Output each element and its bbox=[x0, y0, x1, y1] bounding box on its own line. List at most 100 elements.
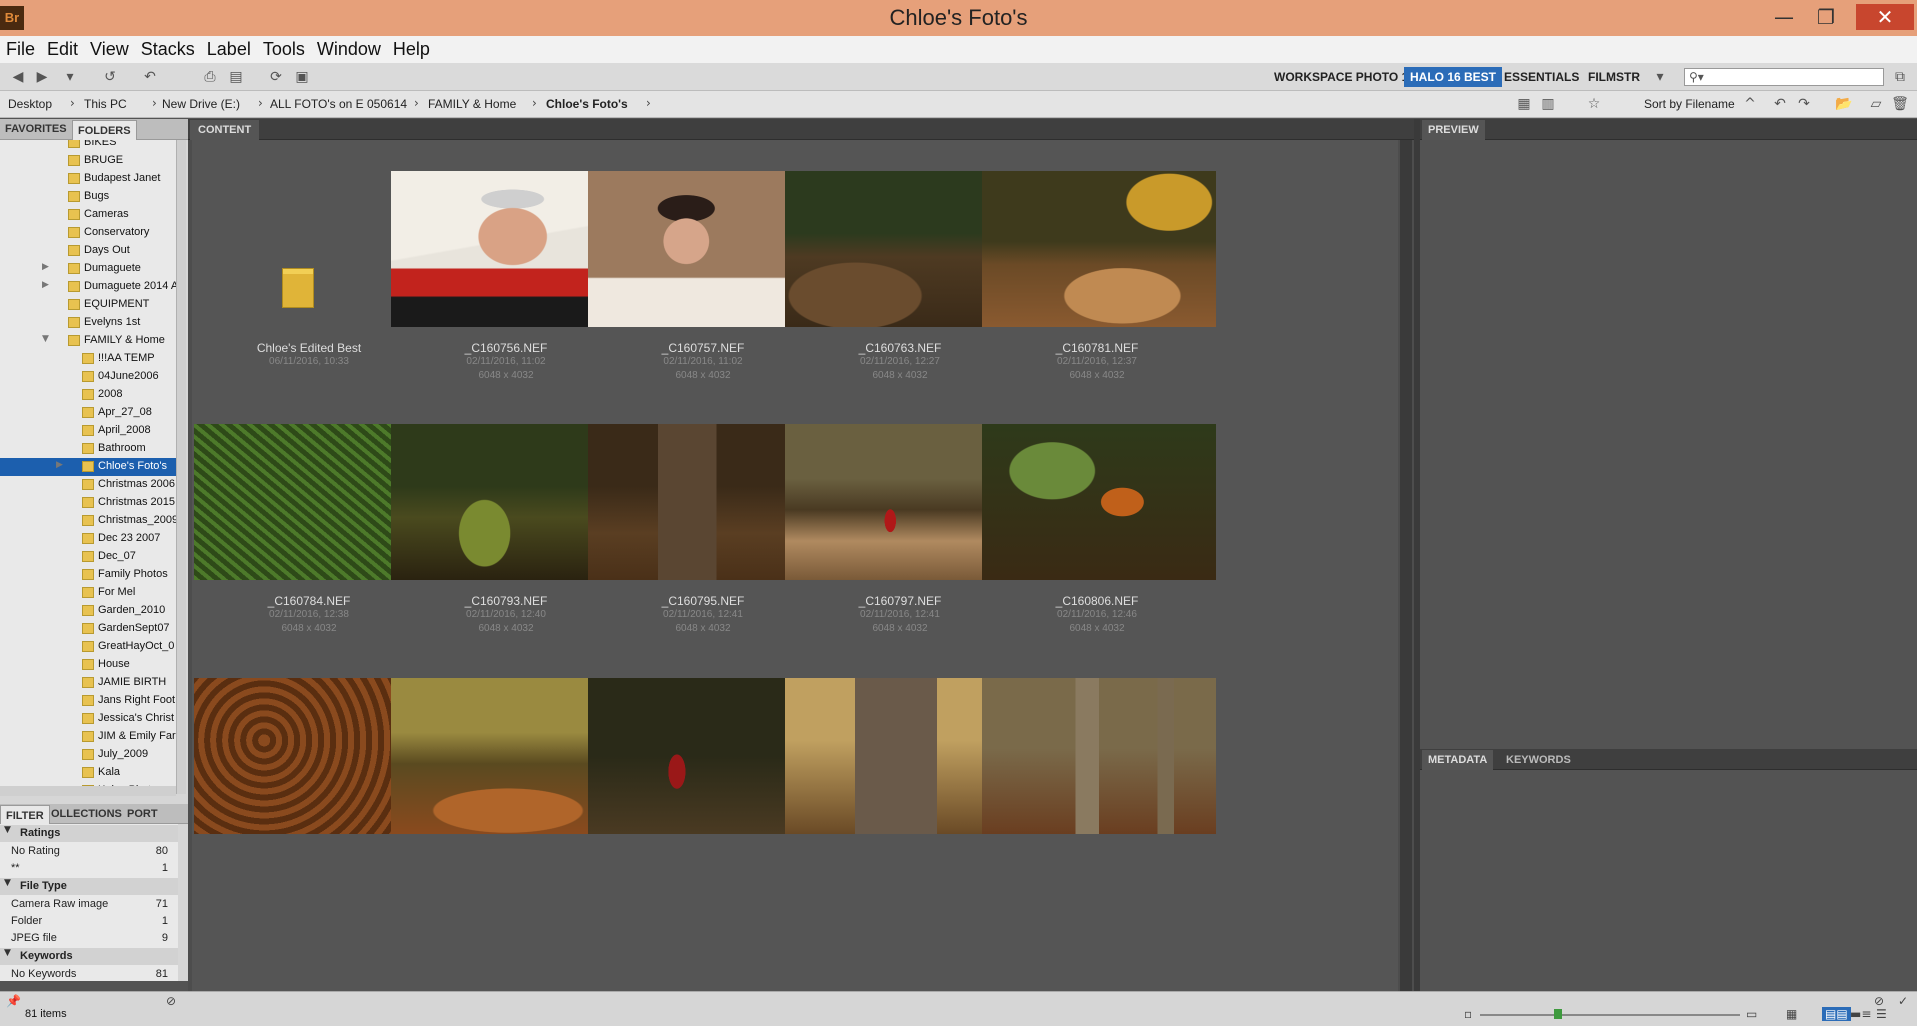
tab-export[interactable]: PORT bbox=[122, 807, 163, 821]
breadcrumb-chloes-fotos[interactable]: Chloe's Foto's bbox=[546, 97, 628, 111]
workspace-photo-1-tab[interactable]: WORKSPACE PHOTO 1 bbox=[1268, 67, 1414, 87]
folder-tree-item[interactable]: Bathroom bbox=[0, 440, 176, 458]
menu-help[interactable]: Help bbox=[393, 39, 430, 60]
folder-tree-hscrollbar[interactable] bbox=[0, 786, 176, 796]
menu-edit[interactable]: Edit bbox=[47, 39, 78, 60]
breadcrumb-chevron-icon[interactable]: › bbox=[414, 96, 419, 110]
folder-tree-item[interactable]: Evelyns 1st bbox=[0, 314, 176, 332]
reveal-recent-icon[interactable]: ↺ bbox=[100, 67, 120, 87]
metadata-cancel-icon[interactable]: ⊘ bbox=[1874, 994, 1884, 1008]
folder-tree-item[interactable]: !!!AA TEMP bbox=[0, 350, 176, 368]
folder-tree-item[interactable]: Conservatory bbox=[0, 224, 176, 242]
recent-dropdown-icon[interactable]: ▾ bbox=[60, 67, 80, 87]
clear-filter-icon[interactable]: ⊘ bbox=[166, 994, 176, 1008]
breadcrumb-chevron-icon[interactable]: › bbox=[152, 96, 157, 110]
search-input[interactable]: ⚲▾ bbox=[1684, 68, 1884, 86]
filter-item[interactable]: Folder 1 bbox=[0, 913, 178, 929]
open-recent-folder-icon[interactable]: 📂 bbox=[1834, 94, 1854, 114]
folder-tree-item[interactable]: ▼ FAMILY & Home bbox=[0, 332, 176, 350]
filter-section-header[interactable]: ▼ Keywords bbox=[0, 948, 178, 965]
breadcrumb-desktop[interactable]: Desktop bbox=[8, 97, 52, 111]
get-photos-icon[interactable]: ⎙ bbox=[200, 67, 220, 87]
folder-tree-item[interactable]: EQUIPMENT bbox=[0, 296, 176, 314]
folder-tree-item[interactable]: BRUGE bbox=[0, 152, 176, 170]
tab-metadata[interactable]: METADATA bbox=[1422, 750, 1494, 770]
folder-expander-icon[interactable]: ▶ bbox=[42, 280, 52, 290]
metadata-apply-icon[interactable]: ✓ bbox=[1898, 994, 1908, 1008]
compact-mode-icon[interactable]: ⧉ bbox=[1890, 67, 1910, 87]
folder-tree-item[interactable]: Christmas 2006 bbox=[0, 476, 176, 494]
folder-tree-item[interactable]: Bugs bbox=[0, 188, 176, 206]
breadcrumb-all-fotos[interactable]: ALL FOTO's on E 050614 bbox=[270, 97, 407, 111]
tab-keywords[interactable]: KEYWORDS bbox=[1500, 750, 1577, 770]
folder-tree-scrollbar[interactable] bbox=[176, 140, 186, 794]
filter-section-header[interactable]: ▼ Ratings bbox=[0, 825, 178, 842]
folder-tree-item[interactable]: House bbox=[0, 656, 176, 674]
thumbnail-size-slider[interactable] bbox=[1480, 1014, 1740, 1016]
folder-expander-icon[interactable]: ▼ bbox=[42, 334, 52, 344]
folder-tree-item[interactable]: JAMIE BIRTH bbox=[0, 674, 176, 692]
folder-tree-item[interactable]: Garden_2010 bbox=[0, 602, 176, 620]
tab-favorites[interactable]: FAVORITES bbox=[0, 122, 72, 136]
menu-label[interactable]: Label bbox=[207, 39, 251, 60]
workspace-essentials-tab[interactable]: ESSENTIALS bbox=[1498, 67, 1585, 87]
filter-item[interactable]: Camera Raw image 71 bbox=[0, 896, 178, 912]
folder-tree-item[interactable]: Christmas_2009 bbox=[0, 512, 176, 530]
breadcrumb-chevron-icon[interactable]: › bbox=[646, 96, 651, 110]
thumbnail-size-slider-knob[interactable] bbox=[1554, 1009, 1562, 1019]
forward-icon[interactable]: ▶ bbox=[32, 67, 52, 87]
folder-tree-item[interactable]: For Mel bbox=[0, 584, 176, 602]
folder-tree-item[interactable]: Kala bbox=[0, 764, 176, 782]
filter-section-header[interactable]: ▼ File Type bbox=[0, 878, 178, 895]
tab-collections[interactable]: OLLECTIONS bbox=[46, 807, 127, 821]
folder-tree-item[interactable]: Days Out bbox=[0, 242, 176, 260]
sort-by-dropdown[interactable]: Sort by Filename bbox=[1644, 97, 1735, 111]
folder-tree-item[interactable]: GreatHayOct_0 bbox=[0, 638, 176, 656]
breadcrumb-this-pc[interactable]: This PC bbox=[84, 97, 127, 111]
workspace-filmstrip-tab[interactable]: FILMSTR bbox=[1582, 67, 1646, 87]
breadcrumb-chevron-icon[interactable]: › bbox=[532, 96, 537, 110]
menu-view[interactable]: View bbox=[90, 39, 129, 60]
photo-thumbnail[interactable] bbox=[982, 678, 1216, 834]
redo-icon[interactable]: ↷ bbox=[1794, 94, 1814, 114]
rating-filter-icon[interactable]: ☆ bbox=[1584, 94, 1604, 114]
tab-content[interactable]: CONTENT bbox=[190, 120, 260, 140]
list-view-icon[interactable]: ☰ bbox=[1876, 1007, 1887, 1021]
maximize-button[interactable]: ❐ bbox=[1806, 4, 1846, 30]
folder-tree-item[interactable]: Family Photos bbox=[0, 566, 176, 584]
tab-preview[interactable]: PREVIEW bbox=[1422, 120, 1485, 140]
breadcrumb-new-drive[interactable]: New Drive (E:) bbox=[162, 97, 240, 111]
folder-tree-item[interactable]: GardenSept07 bbox=[0, 620, 176, 638]
menu-file[interactable]: File bbox=[6, 39, 35, 60]
undo-icon[interactable]: ↶ bbox=[1770, 94, 1790, 114]
menu-window[interactable]: Window bbox=[317, 39, 381, 60]
folder-tree-item[interactable]: ▶ Chloe's Foto's bbox=[0, 458, 176, 476]
open-in-camera-raw-icon[interactable]: ▣ bbox=[292, 67, 312, 87]
folder-tree-item[interactable]: 04June2006 bbox=[0, 368, 176, 386]
pin-icon[interactable]: 📌 bbox=[6, 994, 21, 1008]
folder-tree-item[interactable]: ▶ Dumaguete 2014 A bbox=[0, 278, 176, 296]
zoom-in-icon[interactable]: ▭ bbox=[1746, 1007, 1757, 1021]
folder-tree-item[interactable]: BIKES bbox=[0, 140, 176, 152]
folder-expander-icon[interactable]: ▶ bbox=[56, 460, 66, 470]
folder-tree-item[interactable]: Christmas 2015 bbox=[0, 494, 176, 512]
folder-tree-item[interactable]: Apr_27_08 bbox=[0, 404, 176, 422]
minimize-button[interactable]: — bbox=[1764, 4, 1804, 30]
folder-expander-icon[interactable]: ▶ bbox=[42, 262, 52, 272]
collapse-icon[interactable]: ▼ bbox=[4, 825, 11, 835]
workspace-halo-16-best-tab[interactable]: HALO 16 BEST bbox=[1404, 67, 1503, 87]
folder-tree-item[interactable]: JIM & Emily Far bbox=[0, 728, 176, 746]
folder-tree-item[interactable]: 2008 bbox=[0, 386, 176, 404]
menu-tools[interactable]: Tools bbox=[263, 39, 305, 60]
folder-tree-item[interactable]: July_2009 bbox=[0, 746, 176, 764]
back-icon[interactable]: ◀ bbox=[8, 67, 28, 87]
tab-filter[interactable]: FILTER bbox=[0, 805, 50, 825]
delete-icon[interactable]: 🗑 bbox=[1890, 94, 1910, 114]
content-scrollbar[interactable] bbox=[1400, 140, 1412, 991]
photo-thumbnail[interactable] bbox=[982, 424, 1216, 580]
breadcrumb-chevron-icon[interactable]: › bbox=[70, 96, 75, 110]
quality-options-icon[interactable]: ▦ bbox=[1514, 94, 1534, 114]
folder-tree-item[interactable]: Jessica's Christ bbox=[0, 710, 176, 728]
return-to-app-icon[interactable]: ↶ bbox=[140, 67, 160, 87]
breadcrumb-family-home[interactable]: FAMILY & Home bbox=[428, 97, 516, 111]
